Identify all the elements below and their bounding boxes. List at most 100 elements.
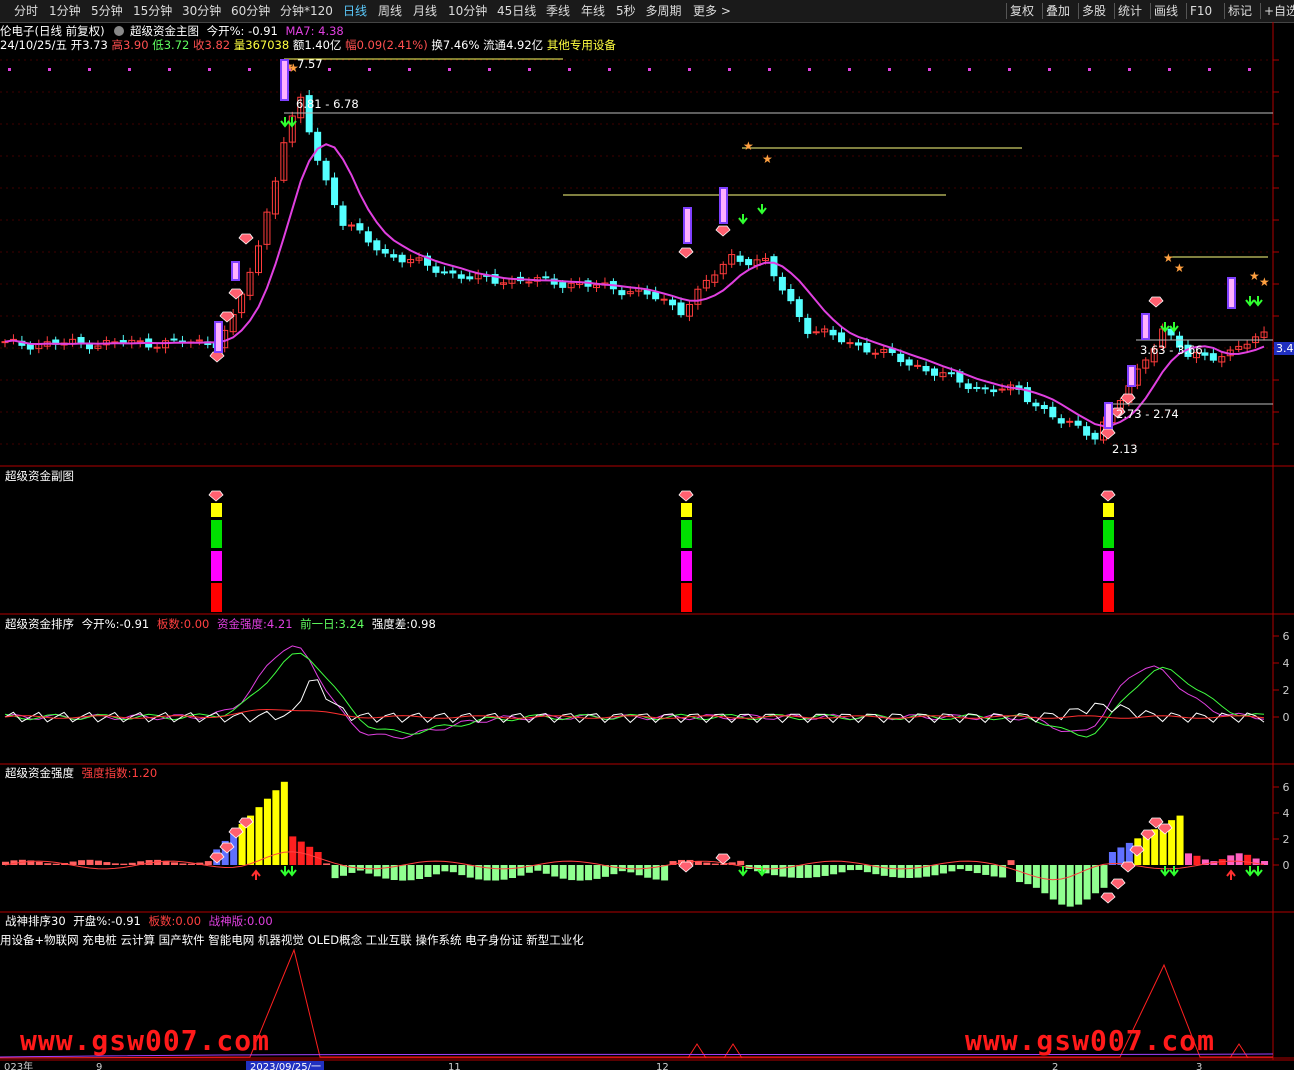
candle-body: [871, 352, 879, 355]
signal-column: [1103, 583, 1114, 612]
candle-body: [1040, 405, 1048, 410]
runner-icon: ★: [743, 139, 754, 153]
candle-body: [981, 387, 989, 390]
candle-body: [1201, 352, 1209, 356]
top-dot: [168, 68, 171, 71]
sub4-header: 战神排序30 开盘%:-0.91 板数:0.00 战神版:0.00: [5, 914, 273, 928]
strength-bar: [399, 865, 407, 881]
strength-bar: [255, 807, 263, 865]
strength-bar: [534, 865, 542, 871]
strength-line: [4, 645, 1265, 740]
signal-column: [211, 551, 222, 581]
date-axis-bg: [0, 1060, 1294, 1070]
axis-label: 2: [1283, 833, 1290, 846]
strength-bar: [813, 865, 821, 878]
strength-bar: [407, 865, 415, 881]
strength-bar: [179, 863, 187, 865]
top-dot: [88, 68, 91, 71]
candle-body: [1032, 402, 1040, 407]
signal-column: [211, 503, 222, 517]
candle-body: [1083, 426, 1091, 436]
candle-body: [947, 372, 955, 375]
strength-bar: [1049, 865, 1057, 900]
axis-label: 0: [1283, 859, 1290, 872]
strength-bar: [289, 836, 297, 865]
candle-body: [812, 331, 820, 334]
date-axis-label: 2023/09/25/一: [250, 1062, 321, 1070]
strength-bar: [779, 865, 787, 877]
runner-icon: ★: [1163, 251, 1174, 265]
strength-bar: [931, 865, 939, 876]
candle-body: [347, 224, 355, 227]
down-arrow-icon: [1253, 866, 1263, 877]
strength-bar: [44, 863, 52, 865]
down-arrow-icon: [1253, 296, 1263, 307]
candle-body: [466, 276, 474, 280]
candle-body: [314, 131, 322, 161]
diamond-icon: [678, 490, 694, 502]
strength-bar: [373, 865, 381, 877]
top-dot: [528, 68, 531, 71]
strength-bar: [1227, 855, 1235, 865]
strength-bar: [559, 865, 567, 879]
signal-column: [681, 551, 692, 581]
strength-bar: [424, 865, 432, 877]
axis-label: 6: [1283, 630, 1290, 643]
runner-icon: ★: [1174, 261, 1185, 275]
sub1-title[interactable]: 超级资金副图: [5, 469, 74, 483]
signal-column: [681, 520, 692, 548]
axis-label: 4: [1283, 807, 1290, 820]
signal-column: [1103, 551, 1114, 581]
signal-bar: [1104, 402, 1113, 429]
strength-bar: [990, 865, 998, 877]
diamond-icon: [1148, 296, 1164, 308]
top-dot: [968, 68, 971, 71]
annotation-high: 7.57: [297, 57, 323, 71]
candle-body: [787, 288, 795, 302]
top-dot: [608, 68, 611, 71]
strength-bar: [1016, 865, 1023, 883]
down-arrow-icon: [1245, 866, 1255, 877]
watermark-right: www.gsw007.com: [965, 1024, 1216, 1057]
runner-icon: ★: [1259, 275, 1270, 289]
candle-body: [339, 205, 347, 226]
strength-bar: [500, 865, 508, 880]
strength-bar: [770, 865, 778, 876]
strength-bar: [348, 865, 356, 873]
candle-body: [86, 343, 93, 350]
candle-body: [998, 388, 1006, 391]
sub3-header: 超级资金强度 强度指数:1.20: [5, 766, 158, 780]
down-arrow-icon: [1169, 866, 1179, 877]
strength-bar: [821, 865, 829, 876]
strength-bar: [703, 862, 711, 865]
down-arrow-icon: [1245, 296, 1255, 307]
candle-body: [398, 254, 406, 263]
axis-label: 2: [1283, 684, 1290, 697]
signal-column: [681, 503, 692, 517]
candle-body: [778, 276, 786, 291]
candle-body: [795, 299, 803, 318]
candle-body: [449, 270, 457, 274]
signal-bar: [280, 59, 289, 101]
candle-body: [736, 255, 744, 262]
kline-chart[interactable]: ★★★★★★★★64206420023年92023/09/25/一111223: [0, 0, 1294, 1070]
candle-body: [669, 299, 677, 306]
top-dot: [488, 68, 491, 71]
signal-bar: [231, 261, 240, 281]
strength-bar: [973, 865, 981, 874]
strength-bar: [365, 865, 373, 874]
sub2-header: 超级资金排序 今开%:-0.91 板数:0.00 资金强度:4.21 前一日:3…: [5, 617, 436, 631]
strength-bar: [103, 862, 111, 865]
date-axis-label: 12: [656, 1062, 669, 1070]
strength-bar: [838, 865, 846, 873]
candle-body: [829, 329, 837, 336]
strength-bar: [880, 865, 888, 876]
signal-column: [1103, 503, 1114, 517]
down-arrow-icon: [757, 204, 767, 215]
axis-label: 4: [1283, 657, 1290, 670]
signal-column: [211, 583, 222, 612]
candle-body: [914, 364, 922, 367]
candle-body: [1066, 420, 1074, 423]
strength-bar: [86, 859, 94, 865]
annotation-range-1: 6.81 - 6.78: [296, 97, 359, 111]
